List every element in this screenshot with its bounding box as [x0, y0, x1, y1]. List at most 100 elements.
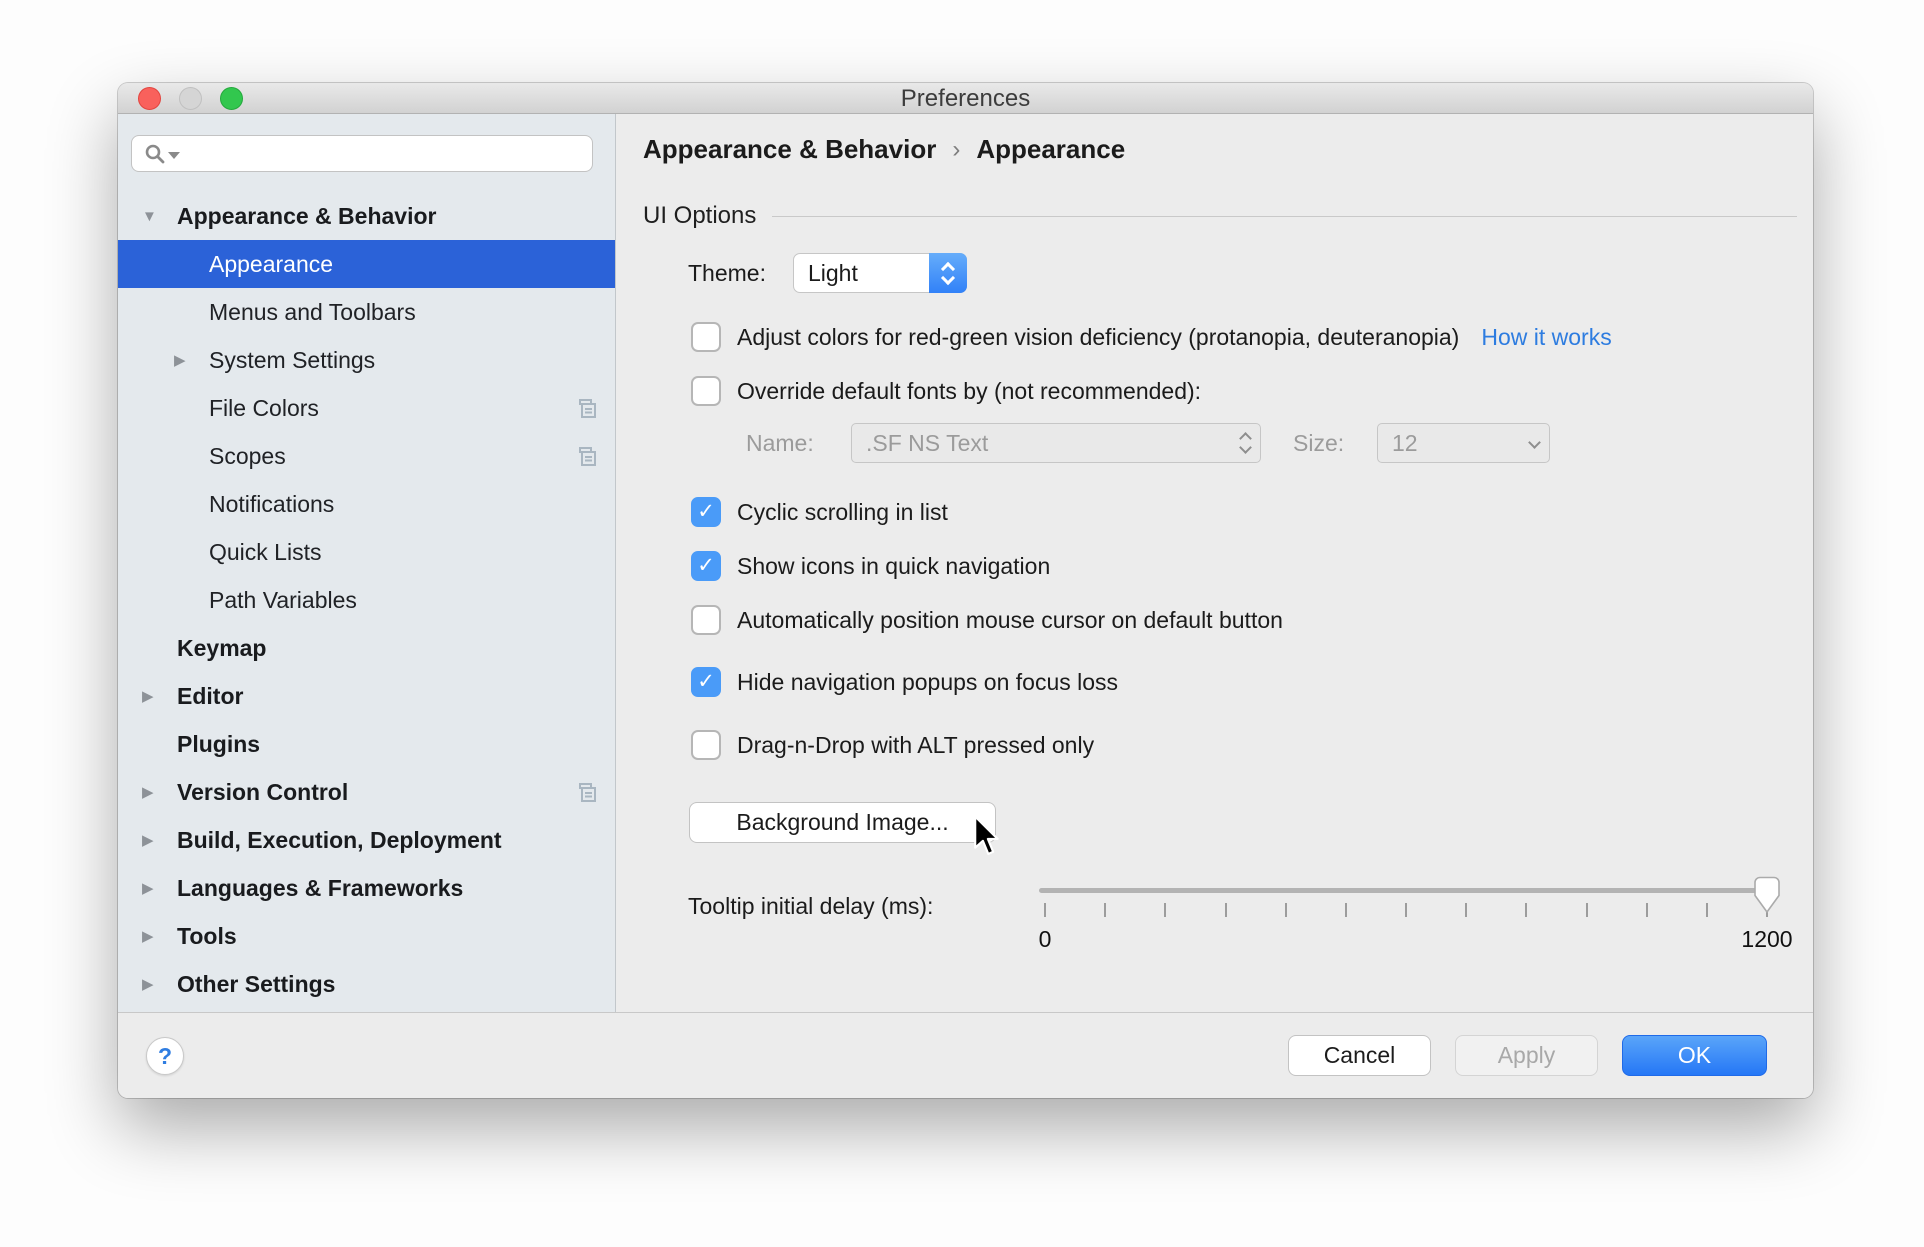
background-image-button[interactable]: Background Image...: [689, 802, 996, 843]
tree-arrow-icon[interactable]: ▶: [142, 975, 177, 993]
section-divider: [772, 215, 1797, 217]
sidebar-item-path-variables[interactable]: Path Variables: [118, 576, 615, 624]
sidebar-item-other-settings[interactable]: ▶ Other Settings: [118, 960, 615, 1008]
slider-tick: [1585, 903, 1588, 917]
sidebar-item-keymap[interactable]: Keymap: [118, 624, 615, 672]
font-name-value: .SF NS Text: [866, 429, 989, 456]
sidebar-item-menus-and-toolbars[interactable]: Menus and Toolbars: [118, 288, 615, 336]
tree-arrow-icon[interactable]: ▶: [142, 687, 177, 705]
sidebar-item-languages-frameworks[interactable]: ▶ Languages & Frameworks: [118, 864, 615, 912]
slider-ticks: [1044, 903, 1768, 917]
checkbox[interactable]: ✓: [691, 376, 721, 406]
chevron-down-icon: [940, 270, 956, 285]
tree-arrow-icon[interactable]: ▶: [174, 351, 209, 369]
sidebar-item-editor[interactable]: ▶ Editor: [118, 672, 615, 720]
checkbox[interactable]: ✓: [691, 667, 721, 697]
sidebar-item-quick-lists[interactable]: Quick Lists: [118, 528, 615, 576]
sidebar-item-label: Appearance & Behavior: [177, 202, 437, 229]
breadcrumb-current: Appearance: [976, 134, 1126, 164]
breadcrumb-separator-icon: ›: [952, 135, 961, 163]
tree-arrow-icon[interactable]: ▶: [142, 783, 177, 801]
search-icon: [144, 143, 180, 165]
checkbox-label: Automatically position mouse cursor on d…: [737, 606, 1283, 633]
checkbox-row-auto-position-cursor: ✓ Automatically position mouse cursor on…: [691, 602, 1283, 638]
checkbox[interactable]: ✓: [691, 730, 721, 760]
close-button[interactable]: [138, 87, 161, 110]
cancel-button[interactable]: Cancel: [1288, 1035, 1431, 1076]
search-input[interactable]: [186, 138, 592, 169]
tooltip-delay-slider[interactable]: 0 1200: [1039, 874, 1793, 952]
checkbox[interactable]: ✓: [691, 497, 721, 527]
tree-arrow-icon[interactable]: ▼: [142, 208, 177, 225]
checkbox[interactable]: ✓: [691, 605, 721, 635]
slider-track[interactable]: [1039, 888, 1769, 893]
sidebar-item-label: Notifications: [209, 490, 335, 517]
checkbox-row-adjust-colors: ✓ Adjust colors for red-green vision def…: [691, 319, 1612, 355]
sidebar-item-label: Keymap: [177, 634, 267, 661]
sidebar-item-system-settings[interactable]: ▶ System Settings: [118, 336, 615, 384]
sidebar-item-file-colors[interactable]: File Colors: [118, 384, 615, 432]
tree-arrow-icon[interactable]: ▶: [142, 927, 177, 945]
sidebar-item-label: Menus and Toolbars: [209, 298, 416, 325]
slider-tick: [1284, 903, 1287, 917]
help-button[interactable]: ?: [146, 1037, 184, 1075]
sidebar-item-label: Scopes: [209, 442, 286, 469]
font-size-select[interactable]: 12: [1377, 423, 1550, 463]
slider-tick: [1525, 903, 1528, 917]
check-icon: ✓: [697, 553, 715, 577]
slider-tick: [1344, 903, 1347, 917]
copy-icon: [576, 446, 597, 467]
checkbox-row-hide-popups: ✓ Hide navigation popups on focus loss: [691, 664, 1118, 700]
tree-arrow-icon[interactable]: ▶: [142, 831, 177, 849]
title-bar[interactable]: Preferences: [118, 83, 1813, 114]
sidebar-item-build-execution-deployment[interactable]: ▶ Build, Execution, Deployment: [118, 816, 615, 864]
check-icon: ✓: [697, 669, 715, 693]
sidebar-item-notifications[interactable]: Notifications: [118, 480, 615, 528]
apply-button[interactable]: Apply: [1455, 1035, 1598, 1076]
font-name-select[interactable]: .SF NS Text: [851, 423, 1261, 463]
slider-tick: [1044, 903, 1046, 917]
sidebar-item-appearance-behavior[interactable]: ▼ Appearance & Behavior: [118, 192, 615, 240]
search-options-caret-icon[interactable]: [168, 151, 180, 159]
window-title: Preferences: [900, 85, 1031, 112]
font-size-label: Size:: [1293, 430, 1345, 456]
zoom-button[interactable]: [220, 87, 243, 110]
tree-arrow-icon[interactable]: ▶: [142, 879, 177, 897]
checkbox-label: Hide navigation popups on focus loss: [737, 668, 1119, 695]
theme-label: Theme:: [688, 259, 766, 286]
slider-min-label: 0: [1038, 926, 1052, 952]
checkbox[interactable]: ✓: [691, 551, 721, 581]
font-size-value: 12: [1392, 429, 1418, 456]
sidebar-item-plugins[interactable]: Plugins: [118, 720, 615, 768]
sidebar-item-label: Path Variables: [209, 586, 357, 613]
slider-tick: [1645, 903, 1648, 917]
minimize-button[interactable]: [179, 87, 202, 110]
sidebar-item-label: Editor: [177, 682, 244, 709]
copy-icon: [576, 398, 597, 419]
slider-thumb[interactable]: [1753, 876, 1781, 914]
how-it-works-link[interactable]: How it works: [1481, 324, 1611, 351]
chevron-down-icon: [1239, 441, 1252, 454]
sidebar-item-label: Appearance: [209, 250, 334, 277]
search-field[interactable]: [131, 135, 593, 172]
checkbox-label: Drag-n-Drop with ALT pressed only: [737, 731, 1095, 758]
sidebar-item-label: Build, Execution, Deployment: [177, 826, 502, 853]
sidebar-item-tools[interactable]: ▶ Tools: [118, 912, 615, 960]
check-icon: ✓: [697, 499, 715, 523]
sidebar-item-label: File Colors: [209, 394, 319, 421]
sidebar-item-appearance[interactable]: Appearance: [118, 240, 615, 288]
select-chevron: [1528, 424, 1541, 462]
settings-content: Appearance & Behavior › Appearance UI Op…: [617, 114, 1813, 1012]
breadcrumb-parent[interactable]: Appearance & Behavior: [643, 134, 936, 165]
checkbox[interactable]: ✓: [691, 322, 721, 352]
ok-button[interactable]: OK: [1622, 1035, 1767, 1076]
theme-select[interactable]: Light: [792, 253, 967, 293]
sidebar-item-version-control[interactable]: ▶ Version Control: [118, 768, 615, 816]
select-stepper-icon[interactable]: [928, 253, 967, 293]
section-title: UI Options: [643, 202, 757, 229]
chevron-down-icon: [1528, 435, 1541, 449]
sidebar-item-scopes[interactable]: Scopes: [118, 432, 615, 480]
desktop: Preferences ▼ Appearance & Behavior Appe…: [0, 0, 1924, 1247]
sidebar-item-label: System Settings: [209, 346, 376, 373]
checkbox-label: Adjust colors for red-green vision defic…: [737, 323, 1460, 350]
